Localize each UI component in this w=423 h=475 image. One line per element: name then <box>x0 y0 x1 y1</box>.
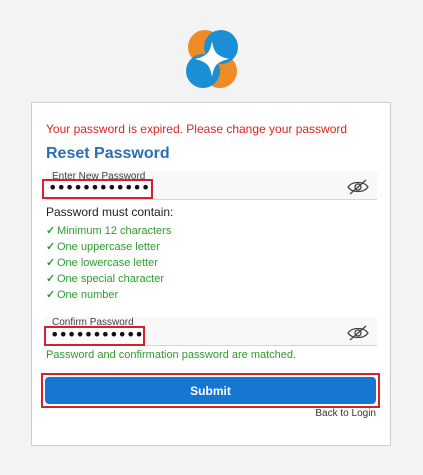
password-rule: ✓ One number <box>46 289 119 301</box>
check-icon: ✓ <box>46 257 56 269</box>
password-match-message: Password and confirmation password are m… <box>46 349 297 361</box>
password-rule: ✓ One special character <box>46 273 164 285</box>
eye-slash-icon[interactable] <box>347 325 369 341</box>
brand-logo-icon <box>186 30 238 88</box>
page-title: Reset Password <box>46 145 170 162</box>
eye-slash-icon[interactable] <box>347 179 369 195</box>
check-icon: ✓ <box>46 241 56 253</box>
submit-button[interactable]: Submit <box>45 377 376 404</box>
password-rule: ✓ One uppercase letter <box>46 241 160 253</box>
confirm-password-input[interactable]: •••••••••••••• <box>44 326 145 346</box>
password-rules-list: ✓ Minimum 12 characters ✓ One uppercase le… <box>46 223 171 303</box>
password-expired-error: Your password is expired. Please change … <box>46 122 348 136</box>
password-rule: ✓ Minimum 12 characters <box>46 225 172 237</box>
new-password-input[interactable]: •••••••••••••• <box>42 179 153 199</box>
check-icon: ✓ <box>46 273 56 285</box>
confirm-password-field: Confirm Password •••••••••••••• <box>44 317 377 346</box>
new-password-field: Enter New Password •••••••••••••• <box>42 171 377 200</box>
check-icon: ✓ <box>46 225 56 237</box>
back-to-login-link[interactable]: Back to Login <box>315 408 376 419</box>
password-rules-heading: Password must contain: <box>46 205 174 219</box>
check-icon: ✓ <box>46 289 56 301</box>
submit-highlight: Submit <box>41 373 380 408</box>
reset-password-card: Your password is expired. Please change … <box>31 102 391 446</box>
password-rule: ✓ One lowercase letter <box>46 257 158 269</box>
